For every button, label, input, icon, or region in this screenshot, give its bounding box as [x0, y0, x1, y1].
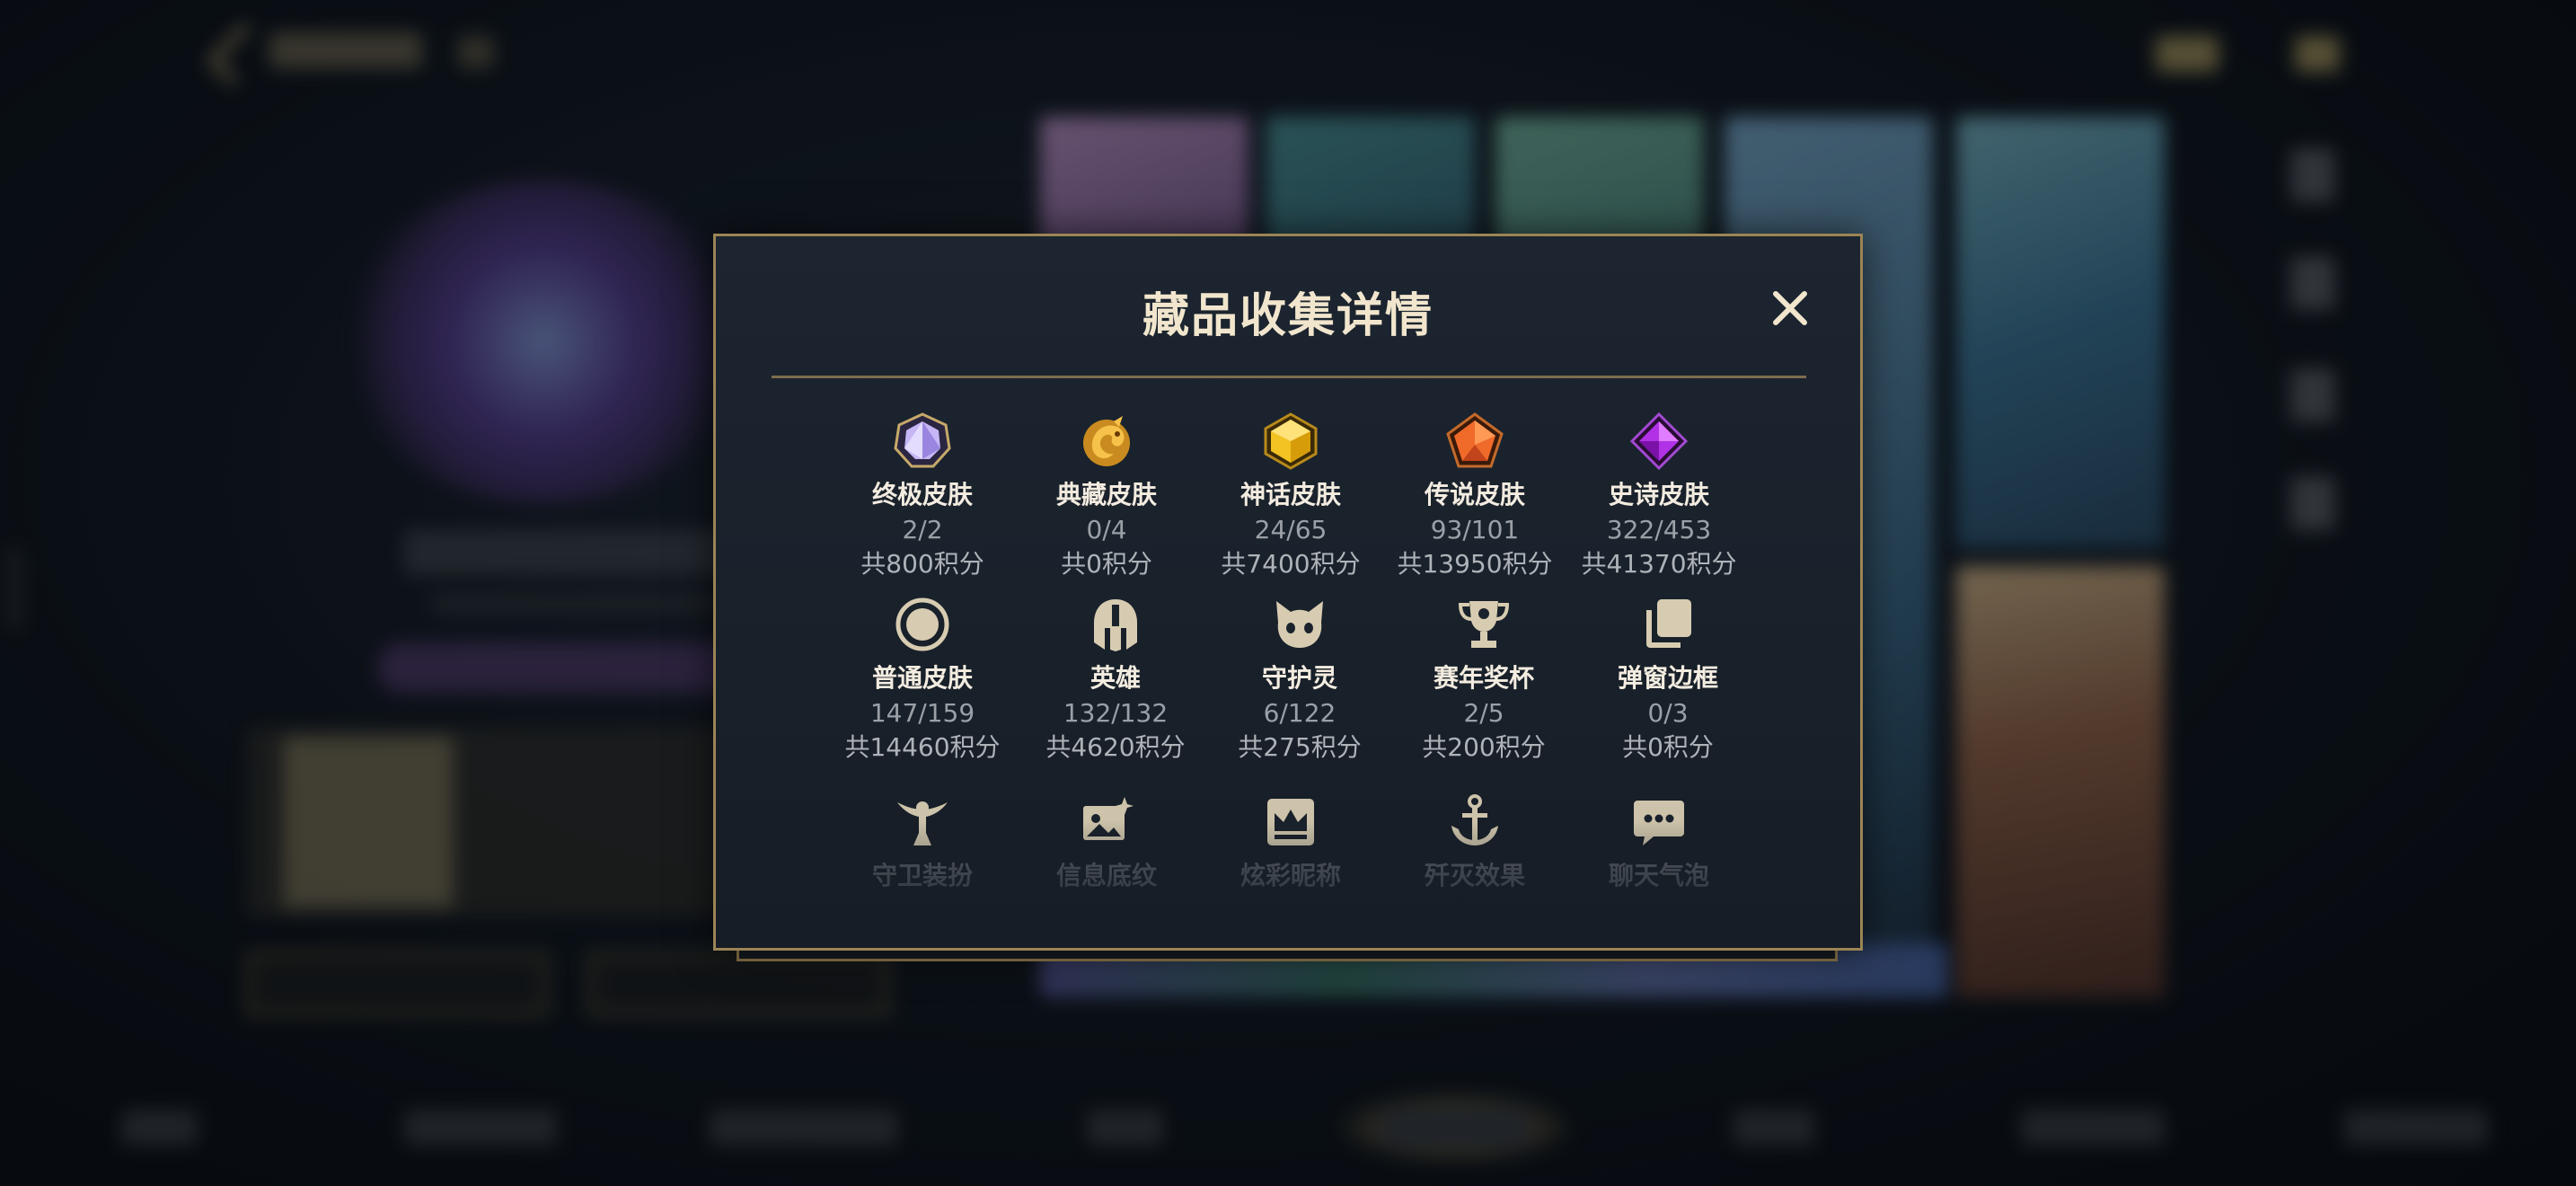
item-points: 共4620积分 [1045, 732, 1186, 762]
item-count: 6/122 [1263, 698, 1337, 728]
item-count: 322/453 [1606, 515, 1712, 544]
item-count: 0/4 [1086, 515, 1127, 544]
item-name: 聊天气泡 [1608, 861, 1709, 890]
item-name: 终极皮肤 [871, 480, 973, 509]
item-points: 共13950积分 [1397, 549, 1553, 579]
ultimate-skin-gem-icon [894, 412, 951, 468]
champion-helmet-icon [1094, 599, 1137, 651]
modal-bottom-frame [737, 951, 1838, 961]
item-points: 共14460积分 [844, 732, 1001, 762]
collection-item-ace-effect[interactable]: 歼灭效果 [1381, 793, 1569, 892]
item-count: 2/2 [902, 515, 943, 544]
item-name: 神话皮肤 [1239, 480, 1341, 509]
item-name: 弹窗边框 [1617, 663, 1718, 693]
collection-item-mythic-skin[interactable]: 神话皮肤 24/65 共7400积分 [1196, 412, 1385, 581]
collection-item-epic-skin[interactable]: 史诗皮肤 322/453 共41370积分 [1565, 412, 1753, 581]
chat-bubble-icon [1634, 801, 1684, 845]
ward-skin-icon [897, 801, 948, 845]
item-count: 132/132 [1063, 698, 1169, 728]
popup-frame-stack-icon [1646, 599, 1691, 648]
ace-effect-anchor-icon [1451, 794, 1498, 845]
collection-details-modal: 藏品收集详情 终极皮肤 2/2 共800积分 典藏皮肤 0/4 共0积分 神话皮… [713, 234, 1863, 951]
legendary-skin-gem-icon [1446, 412, 1504, 468]
item-name: 赛年奖杯 [1433, 663, 1534, 693]
item-name: 炫彩昵称 [1239, 861, 1341, 890]
mythic-skin-gem-icon [1264, 412, 1318, 470]
colorful-nickname-crown-icon [1267, 799, 1314, 845]
item-name: 守卫装扮 [871, 861, 973, 890]
item-name: 典藏皮肤 [1055, 480, 1157, 509]
item-count: 147/159 [869, 698, 975, 728]
collection-item-companion[interactable]: 守护灵 6/122 共275积分 [1205, 596, 1394, 765]
item-name: 守护灵 [1261, 663, 1337, 693]
collection-grid: 终极皮肤 2/2 共800积分 典藏皮肤 0/4 共0积分 神话皮肤 24/65… [716, 236, 1860, 948]
collection-item-season-trophy[interactable]: 赛年奖杯 2/5 共200积分 [1389, 596, 1578, 765]
item-points: 共200积分 [1422, 732, 1546, 762]
epic-skin-gem-icon [1630, 412, 1688, 470]
collection-item-prestige-skin[interactable]: 典藏皮肤 0/4 共0积分 [1012, 412, 1201, 581]
season-trophy-icon [1458, 601, 1510, 648]
item-name: 史诗皮肤 [1608, 480, 1709, 509]
item-points: 共0积分 [1061, 549, 1152, 579]
item-points: 共0积分 [1622, 732, 1714, 762]
item-points: 共41370积分 [1581, 549, 1737, 579]
collection-item-standard-skin[interactable]: 普通皮肤 147/159 共14460积分 [828, 596, 1017, 765]
item-points: 共7400积分 [1221, 549, 1361, 579]
item-points: 共800积分 [860, 549, 984, 579]
item-name: 歼灭效果 [1424, 861, 1525, 890]
collection-item-popup-frame[interactable]: 弹窗边框 0/3 共0积分 [1574, 596, 1762, 765]
item-points: 共275积分 [1238, 732, 1362, 762]
collection-item-info-banner[interactable]: 信息底纹 [1012, 793, 1201, 892]
standard-skin-circle-icon [895, 597, 949, 651]
item-name: 传说皮肤 [1424, 480, 1525, 509]
collection-item-colorful-nickname[interactable]: 炫彩昵称 [1196, 793, 1385, 892]
item-count: 93/101 [1430, 515, 1520, 544]
collection-item-chat-bubble[interactable]: 聊天气泡 [1565, 793, 1753, 892]
collection-item-ultimate-skin[interactable]: 终极皮肤 2/2 共800积分 [828, 412, 1017, 581]
collection-item-champion[interactable]: 英雄 132/132 共4620积分 [1021, 596, 1210, 765]
item-count: 0/3 [1647, 698, 1689, 728]
info-banner-icon [1083, 797, 1134, 840]
item-count: 24/65 [1254, 515, 1328, 544]
collection-item-legendary-skin[interactable]: 传说皮肤 93/101 共13950积分 [1381, 412, 1569, 581]
companion-creature-icon [1276, 601, 1323, 648]
prestige-skin-dragon-icon [1083, 416, 1130, 466]
item-count: 2/5 [1463, 698, 1504, 728]
item-name: 信息底纹 [1055, 861, 1157, 890]
collection-item-ward-skin[interactable]: 守卫装扮 [828, 793, 1017, 892]
item-name: 英雄 [1090, 663, 1141, 693]
item-name: 普通皮肤 [871, 663, 973, 693]
